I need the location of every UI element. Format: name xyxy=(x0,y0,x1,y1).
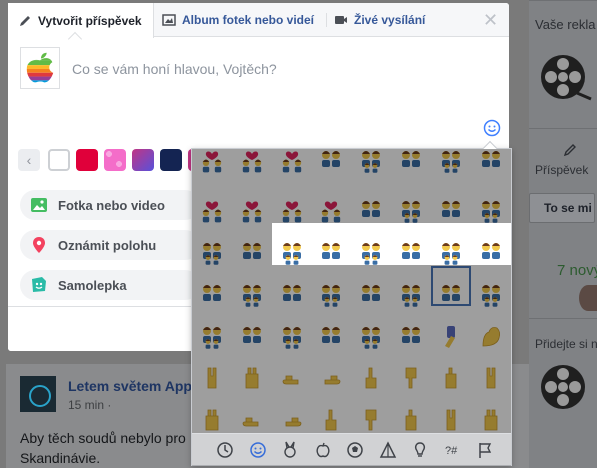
emoji-option[interactable] xyxy=(314,235,348,269)
travel-icon[interactable] xyxy=(379,441,397,459)
page-avatar[interactable] xyxy=(20,376,56,412)
post-author[interactable]: Letem světem App xyxy=(68,378,192,394)
smiley-icon[interactable] xyxy=(249,441,267,459)
emoji-category-bar: ?# xyxy=(192,433,511,466)
flag-icon[interactable] xyxy=(476,441,494,459)
emoji-option[interactable] xyxy=(434,235,468,269)
animal-icon[interactable] xyxy=(281,441,299,459)
ads-card: Vaše rekla xyxy=(529,0,597,128)
film-reel-icon xyxy=(541,55,592,101)
avatar xyxy=(579,285,597,311)
emoji-option[interactable] xyxy=(275,235,309,269)
post-time[interactable]: 15 min · xyxy=(68,398,111,412)
follow-label: Přidejte si n xyxy=(535,337,597,351)
post-card: Příspěvek To se mi 7 nový xyxy=(529,128,597,318)
lightbulb-icon[interactable] xyxy=(411,441,429,459)
right-column: Vaše rekla Příspěvek To se mi 7 nový Při… xyxy=(529,0,597,468)
new-count: 7 nový xyxy=(557,262,597,279)
recent-icon[interactable] xyxy=(216,441,234,459)
emoji-option[interactable] xyxy=(394,235,428,269)
suggestions-card: Přidejte si n xyxy=(529,318,597,468)
ads-header: Vaše rekla xyxy=(535,17,596,32)
post-label: Příspěvek xyxy=(535,163,589,177)
emoji-option[interactable] xyxy=(474,235,508,269)
grid-dim-overlay xyxy=(192,149,511,433)
food-icon[interactable] xyxy=(314,441,332,459)
emoji-grid xyxy=(192,149,511,433)
symbols-icon[interactable]: ?# xyxy=(444,441,462,459)
svg-text:?#: ?# xyxy=(445,445,458,457)
pencil-icon xyxy=(563,144,576,157)
like-button[interactable]: To se mi xyxy=(529,193,595,223)
film-reel-icon xyxy=(541,365,585,409)
emoji-picker: ?# xyxy=(191,140,512,466)
emoji-option[interactable] xyxy=(354,235,388,269)
post-text: Aby těch soudů nebylo pro Skandinávie. xyxy=(20,430,186,466)
ball-icon[interactable] xyxy=(346,441,364,459)
